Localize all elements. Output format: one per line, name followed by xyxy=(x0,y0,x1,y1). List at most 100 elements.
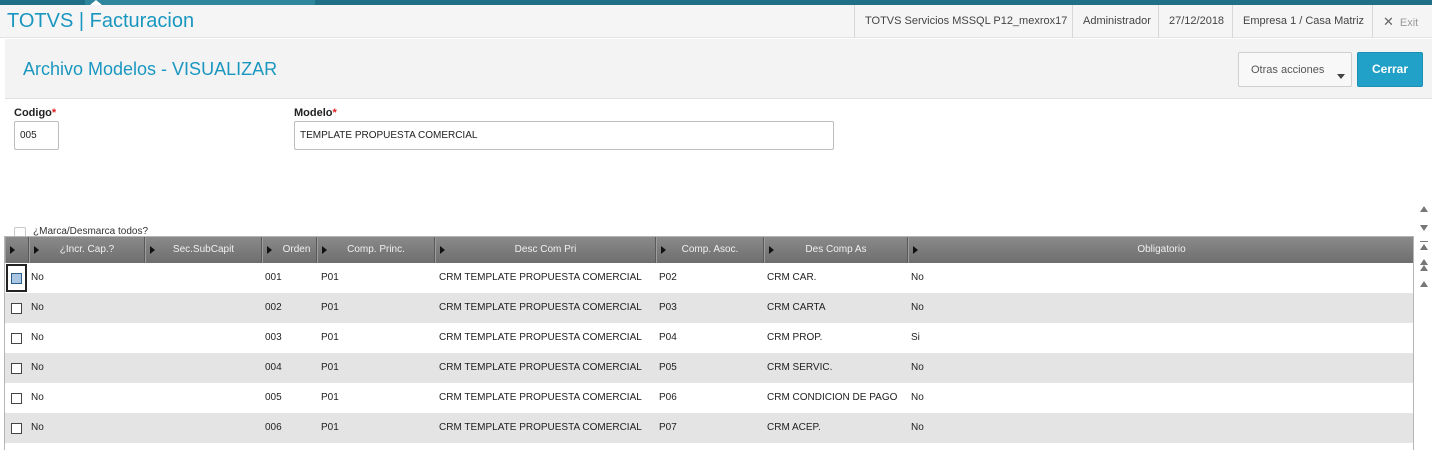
row-checkbox[interactable] xyxy=(11,363,22,374)
table-row[interactable]: No 003 P01 CRM TEMPLATE PROPUESTA COMERCIAL… xyxy=(5,323,1413,353)
cell-orden: 005 xyxy=(265,392,282,403)
table-row[interactable]: No 002 P01 CRM TEMPLATE PROPUESTA COMERCIAL… xyxy=(5,293,1413,323)
cell-obligatorio: No xyxy=(911,272,924,283)
column-header-comp-princ[interactable]: Comp. Princ. xyxy=(317,237,435,263)
cell-desc-com-pri: CRM TEMPLATE PROPUESTA COMERCIAL xyxy=(439,422,642,433)
cell-des-comp-as: CRM CAR. xyxy=(767,272,817,283)
close-x-icon: ✕ xyxy=(1383,14,1394,29)
table-row[interactable]: No 006 P01 CRM TEMPLATE PROPUESTA COMERCIAL… xyxy=(5,413,1413,443)
sort-arrow-icon xyxy=(322,246,327,254)
cell-des-comp-as: CRM CARTA xyxy=(767,302,826,313)
cell-orden: 006 xyxy=(265,422,282,433)
cell-comp-princ: P01 xyxy=(321,422,339,433)
table-row[interactable]: No 004 P01 CRM TEMPLATE PROPUESTA COMERCIAL… xyxy=(5,353,1413,383)
vertical-scrollbar[interactable] xyxy=(1416,200,1432,300)
required-mark: * xyxy=(51,107,57,119)
column-header-desc-com-pri[interactable]: Desc Com Pri xyxy=(435,237,656,263)
scroll-top-icon[interactable] xyxy=(1418,240,1430,252)
cerrar-button[interactable]: Cerrar xyxy=(1357,52,1423,87)
cell-obligatorio: No xyxy=(911,302,924,313)
cell-comp-princ: P01 xyxy=(321,332,339,343)
row-checkbox[interactable] xyxy=(11,273,22,284)
app-header: TOTVS | Facturacion TOTVS Servicios MSSQ… xyxy=(0,5,1432,38)
date-info: 27/12/2018 xyxy=(1158,5,1234,38)
cell-comp-asoc: P02 xyxy=(659,272,677,283)
row-checkbox[interactable] xyxy=(11,393,22,404)
user-info: Administrador xyxy=(1072,5,1161,38)
scroll-down-icon[interactable] xyxy=(1418,222,1430,234)
cell-des-comp-as: CRM PROP. xyxy=(767,332,823,343)
cell-comp-asoc: P07 xyxy=(659,422,677,433)
cell-desc-com-pri: CRM TEMPLATE PROPUESTA COMERCIAL xyxy=(439,272,642,283)
page-titlebar: Archivo Modelos - VISUALIZAR Otras accio… xyxy=(5,39,1432,99)
cell-desc-com-pri: CRM TEMPLATE PROPUESTA COMERCIAL xyxy=(439,332,642,343)
cell-orden: 002 xyxy=(265,302,282,313)
page-title: Archivo Modelos - VISUALIZAR xyxy=(23,59,278,79)
column-header-incr-cap[interactable]: ¿Incr. Cap.? xyxy=(29,237,145,263)
app-title: TOTVS | Facturacion xyxy=(7,10,195,32)
cell-des-comp-as: CRM SERVIC. xyxy=(767,362,833,373)
cell-incr-cap: No xyxy=(31,422,44,433)
cell-comp-asoc: P05 xyxy=(659,362,677,373)
table-row[interactable]: No 001 P01 CRM TEMPLATE PROPUESTA COMERCIAL… xyxy=(5,263,1413,293)
sort-arrow-icon xyxy=(267,246,272,254)
otras-acciones-button[interactable]: Otras acciones xyxy=(1238,52,1352,87)
otras-acciones-label: Otras acciones xyxy=(1251,64,1325,76)
modelo-label: Modelo* xyxy=(294,107,337,119)
sort-arrow-icon xyxy=(769,246,774,254)
server-info: TOTVS Servicios MSSQL P12_mexrox17 xyxy=(854,5,1077,38)
modelo-field[interactable]: TEMPLATE PROPUESTA COMERCIAL xyxy=(294,121,834,150)
cell-obligatorio: No xyxy=(911,422,924,433)
cell-comp-princ: P01 xyxy=(321,302,339,313)
scroll-page-up-icon[interactable] xyxy=(1418,259,1430,271)
caret-down-icon xyxy=(1337,74,1345,79)
cell-desc-com-pri: CRM TEMPLATE PROPUESTA COMERCIAL xyxy=(439,302,642,313)
row-checkbox[interactable] xyxy=(11,303,22,314)
column-header-obligatorio[interactable]: Obligatorio xyxy=(908,237,1413,263)
row-checkbox[interactable] xyxy=(11,333,22,344)
cell-incr-cap: No xyxy=(31,392,44,403)
required-mark: * xyxy=(332,107,337,119)
cell-comp-princ: P01 xyxy=(321,362,339,373)
cell-obligatorio: No xyxy=(911,362,924,373)
sort-arrow-icon xyxy=(34,246,39,254)
cell-desc-com-pri: CRM TEMPLATE PROPUESTA COMERCIAL xyxy=(439,392,642,403)
sort-arrow-icon xyxy=(913,246,918,254)
cell-comp-asoc: P03 xyxy=(659,302,677,313)
cell-desc-com-pri: CRM TEMPLATE PROPUESTA COMERCIAL xyxy=(439,362,642,373)
column-header-orden[interactable]: Orden xyxy=(262,237,317,263)
sort-arrow-icon xyxy=(661,246,666,254)
exit-button[interactable]: ✕ Exit xyxy=(1372,5,1418,38)
cell-orden: 003 xyxy=(265,332,282,343)
cell-incr-cap: No xyxy=(31,362,44,373)
cell-incr-cap: No xyxy=(31,332,44,343)
cell-des-comp-as: CRM ACEP. xyxy=(767,422,821,433)
codigo-label: Codigo* xyxy=(14,107,57,119)
scroll-up-icon[interactable] xyxy=(1418,203,1430,215)
sort-arrow-icon xyxy=(150,246,155,254)
cell-comp-asoc: P06 xyxy=(659,392,677,403)
cell-obligatorio: No xyxy=(911,392,924,403)
cell-des-comp-as: CRM CONDICION DE PAGO xyxy=(767,392,898,403)
cell-incr-cap: No xyxy=(31,302,44,313)
cell-obligatorio: Si xyxy=(911,332,920,343)
column-header-comp-asoc[interactable]: Comp. Asoc. xyxy=(656,237,764,263)
cell-comp-princ: P01 xyxy=(321,392,339,403)
cell-orden: 001 xyxy=(265,272,282,283)
grid-header: ¿Incr. Cap.? Sec.SubCapit Orden Comp. Pr… xyxy=(5,237,1413,263)
sort-arrow-icon xyxy=(10,246,15,254)
table-row[interactable]: No 005 P01 CRM TEMPLATE PROPUESTA COMERCIAL… xyxy=(5,383,1413,413)
exit-label: Exit xyxy=(1399,17,1419,29)
column-header-des-comp-as[interactable]: Des Comp As xyxy=(764,237,908,263)
cell-comp-princ: P01 xyxy=(321,272,339,283)
sort-arrow-icon xyxy=(440,246,445,254)
row-checkbox[interactable] xyxy=(11,423,22,434)
column-header-sec-subcapit[interactable]: Sec.SubCapit xyxy=(145,237,262,263)
data-grid: ¿Incr. Cap.? Sec.SubCapit Orden Comp. Pr… xyxy=(4,236,1414,450)
column-header-select[interactable] xyxy=(5,237,29,263)
cell-comp-asoc: P04 xyxy=(659,332,677,343)
scroll-prev-icon[interactable] xyxy=(1418,278,1430,290)
cell-orden: 004 xyxy=(265,362,282,373)
cell-incr-cap: No xyxy=(31,272,44,283)
codigo-field[interactable]: 005 xyxy=(14,121,59,150)
